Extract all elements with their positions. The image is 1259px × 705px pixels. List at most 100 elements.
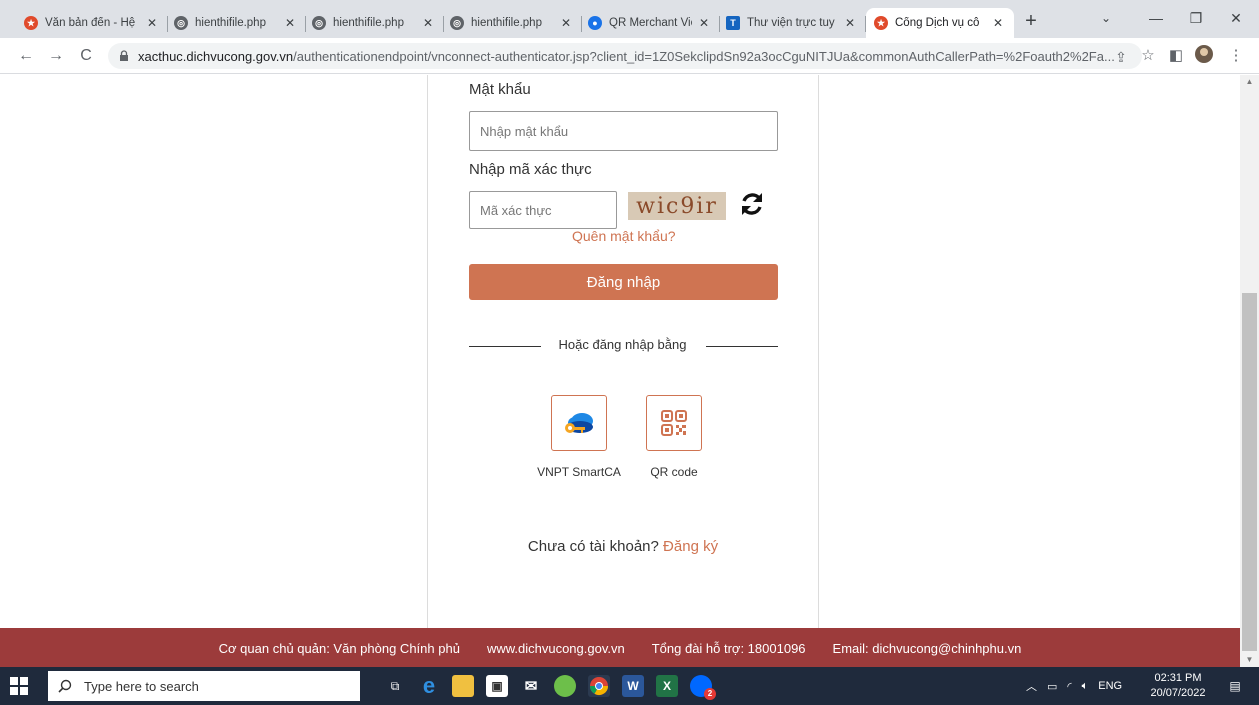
- browser-tab-strip: ★ Văn bản đến - Hệ ✕ ◎ hienthifile.php ✕…: [0, 0, 1259, 38]
- divider-left: [469, 346, 541, 347]
- globe-icon: ◎: [312, 16, 326, 30]
- vnpt-smartca-button[interactable]: [551, 395, 607, 451]
- globe-icon: ◎: [450, 16, 464, 30]
- no-account-text: Chưa có tài khoản?: [527, 538, 659, 555]
- address-bar[interactable]: xacthuc.dichvucong.gov.vn/authentication…: [108, 43, 1142, 69]
- scroll-thumb[interactable]: [1242, 293, 1257, 651]
- close-icon[interactable]: ✕: [420, 16, 436, 30]
- snipping-tool-icon[interactable]: [554, 675, 576, 697]
- tab-thu-vien[interactable]: T Thư viện trực tuy ✕: [718, 8, 866, 38]
- captcha-field[interactable]: Mã xác thực: [469, 191, 617, 229]
- browser-toolbar: ← → C xacthuc.dichvucong.gov.vn/authenti…: [0, 38, 1259, 74]
- smartca-key-cloud-icon: [565, 413, 593, 433]
- page-scrollbar[interactable]: ▲ ▼: [1240, 75, 1259, 667]
- close-window-button[interactable]: ✕: [1216, 5, 1256, 31]
- file-explorer-icon[interactable]: [452, 675, 474, 697]
- zalo-badge: 2: [704, 688, 716, 700]
- footer-agency: Cơ quan chủ quản: Văn phòng Chính phủ: [218, 640, 460, 656]
- excel-icon[interactable]: X: [656, 675, 678, 697]
- word-icon[interactable]: W: [622, 675, 644, 697]
- store-icon[interactable]: ▣: [486, 675, 508, 697]
- url-host: xacthuc.dichvucong.gov.vn: [138, 48, 294, 64]
- clock-time: 02:31 PM: [1154, 672, 1202, 684]
- edge-icon[interactable]: e: [418, 673, 440, 698]
- password-field[interactable]: Nhập mật khẩu: [469, 111, 778, 151]
- volume-icon[interactable]: 🔈︎: [1082, 680, 1089, 693]
- profile-avatar[interactable]: [1192, 44, 1216, 68]
- zalo-icon[interactable]: 2: [690, 675, 716, 700]
- side-panel-icon[interactable]: ◧: [1164, 44, 1188, 68]
- qr-code-label: QR code: [650, 465, 698, 479]
- captcha-label: Nhập mã xác thực: [469, 161, 592, 178]
- close-icon[interactable]: ✕: [144, 16, 160, 30]
- divider-right: [706, 346, 778, 347]
- tab-van-ban-den[interactable]: ★ Văn bản đến - Hệ ✕: [16, 8, 168, 38]
- forward-arrow-icon[interactable]: →: [44, 44, 68, 68]
- tab-cong-dich-vu-cong[interactable]: ★ Cổng Dịch vụ cô ✕: [866, 8, 1014, 38]
- tray-chevron-up-icon[interactable]: ︿: [1026, 678, 1037, 694]
- close-icon[interactable]: ✕: [558, 16, 574, 30]
- forgot-password-link[interactable]: Quên mật khẩu?: [572, 228, 676, 244]
- clock-date: 20/07/2022: [1150, 687, 1206, 699]
- new-tab-button[interactable]: +: [1018, 9, 1044, 35]
- login-card: Mật khẩu Nhập mật khẩu Nhập mã xác thực …: [427, 75, 819, 662]
- minimize-button[interactable]: —: [1136, 5, 1176, 31]
- captcha-image: wic9ir: [628, 192, 726, 220]
- windows-start-icon[interactable]: [10, 677, 28, 695]
- site-footer: Cơ quan chủ quản: Văn phòng Chính phủ ww…: [0, 628, 1240, 667]
- login-button[interactable]: Đăng nhập: [469, 264, 778, 300]
- close-icon[interactable]: ✕: [282, 16, 298, 30]
- footer-hotline: Tổng đài hỗ trợ: 18001096: [651, 640, 806, 656]
- menu-kebab-icon[interactable]: ⋮: [1224, 44, 1248, 68]
- chrome-logo-icon: [590, 677, 608, 696]
- close-icon[interactable]: ✕: [696, 16, 712, 30]
- language-indicator[interactable]: ENG: [1098, 680, 1122, 692]
- library-icon: T: [726, 16, 740, 30]
- password-label: Mật khẩu: [469, 81, 531, 98]
- star-emblem-icon: ★: [24, 16, 38, 30]
- page-viewport: Mật khẩu Nhập mật khẩu Nhập mã xác thực …: [0, 75, 1240, 667]
- register-link[interactable]: Đăng ký: [663, 538, 718, 555]
- tab-hienthifile-1[interactable]: ◎ hienthifile.php ✕: [166, 8, 306, 38]
- taskbar-search-input[interactable]: Type here to search: [48, 671, 360, 701]
- qr-merchant-icon: ●: [588, 16, 602, 30]
- tab-search-chevron-icon[interactable]: ⌄: [1086, 5, 1126, 31]
- windows-taskbar: Type here to search ⧉ e ▣ ✉ W X 2 ︿ ▭ ◜ …: [0, 667, 1259, 705]
- search-icon: [58, 679, 72, 693]
- globe-icon: ◎: [174, 16, 188, 30]
- scroll-up-arrow-icon[interactable]: ▲: [1240, 75, 1259, 89]
- taskbar-search-placeholder: Type here to search: [84, 678, 199, 694]
- avatar-icon: [1195, 45, 1213, 63]
- back-arrow-icon[interactable]: ←: [14, 44, 38, 68]
- star-emblem-icon: ★: [874, 16, 888, 30]
- qr-code-button[interactable]: [646, 395, 702, 451]
- alt-login-text: Hoặc đăng nhập bằng: [558, 337, 687, 352]
- footer-website[interactable]: www.dichvucong.gov.vn: [487, 641, 625, 656]
- footer-email[interactable]: Email: dichvucong@chinhphu.vn: [833, 641, 1022, 656]
- share-icon[interactable]: ⇪: [1110, 48, 1132, 66]
- signup-prompt: Chưa có tài khoản? Đăng ký: [428, 538, 818, 555]
- network-icon[interactable]: ▭: [1047, 680, 1057, 693]
- tab-hienthifile-3[interactable]: ◎ hienthifile.php ✕: [442, 8, 582, 38]
- reload-icon[interactable]: C: [74, 44, 98, 68]
- lock-icon: [120, 50, 128, 61]
- refresh-captcha-icon[interactable]: [739, 190, 765, 218]
- task-view-icon[interactable]: ⧉: [384, 675, 406, 697]
- chrome-icon[interactable]: [588, 675, 610, 697]
- notification-icon[interactable]: ▤: [1224, 675, 1246, 697]
- url-text: xacthuc.dichvucong.gov.vn/authentication…: [138, 49, 1142, 64]
- system-tray: ︿ ▭ ◜ 🔈︎ ENG: [1026, 667, 1122, 705]
- tab-hienthifile-2[interactable]: ◎ hienthifile.php ✕: [304, 8, 444, 38]
- close-icon[interactable]: ✕: [990, 16, 1006, 30]
- taskbar-clock[interactable]: 02:31 PM 20/07/2022: [1150, 671, 1206, 701]
- mail-icon[interactable]: ✉: [520, 675, 542, 697]
- scroll-down-arrow-icon[interactable]: ▼: [1240, 653, 1259, 667]
- vnpt-smartca-label: VNPT SmartCA: [537, 465, 621, 479]
- restore-button[interactable]: ❐: [1176, 5, 1216, 31]
- wifi-icon[interactable]: ◜: [1067, 680, 1071, 693]
- close-icon[interactable]: ✕: [842, 16, 858, 30]
- tab-qr-merchant[interactable]: ● QR Merchant Vie ✕: [580, 8, 720, 38]
- url-path: /authenticationendpoint/vnconnect-authen…: [293, 48, 1115, 64]
- bookmark-star-icon[interactable]: ☆: [1136, 44, 1160, 68]
- qr-code-icon: [661, 410, 687, 436]
